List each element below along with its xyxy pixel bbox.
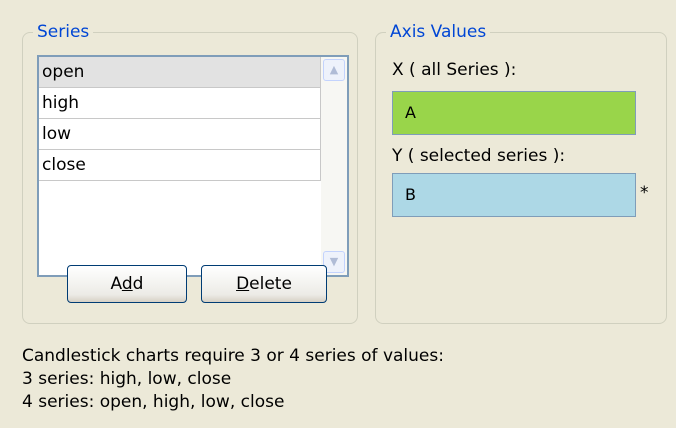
axis-values-group: Axis Values X ( all Series ): A Y ( sele…: [375, 20, 667, 324]
series-group-title: Series: [33, 20, 94, 44]
help-line-3: 4 series: open, high, low, close: [22, 392, 285, 412]
x-axis-value-field[interactable]: A: [392, 91, 636, 135]
axis-values-title: Axis Values: [386, 20, 491, 44]
series-list-scrollbar[interactable]: ▲ ▼: [321, 57, 347, 275]
help-line-1: Candlestick charts require 3 or 4 series…: [22, 346, 444, 366]
x-axis-label: X ( all Series ):: [392, 60, 517, 80]
y-axis-value-field[interactable]: B: [392, 173, 636, 217]
candlestick-help-text: Candlestick charts require 3 or 4 series…: [22, 345, 444, 414]
series-item-high[interactable]: high: [39, 88, 321, 119]
series-group: Series open high low close ▲ ▼ Add Delet…: [22, 20, 358, 324]
delete-series-button[interactable]: Delete: [201, 265, 327, 303]
help-line-2: 3 series: high, low, close: [22, 369, 232, 389]
delete-button-label: Delete: [236, 274, 292, 294]
series-item-low[interactable]: low: [39, 119, 321, 150]
add-button-label: Add: [110, 274, 144, 294]
series-listbox[interactable]: open high low close ▲ ▼: [37, 55, 349, 277]
chevron-up-icon[interactable]: ▲: [323, 59, 345, 81]
y-axis-required-marker: *: [640, 183, 649, 203]
series-item-close[interactable]: close: [39, 150, 321, 181]
y-axis-label: Y ( selected series ):: [392, 146, 566, 166]
add-series-button[interactable]: Add: [67, 265, 187, 303]
series-item-open[interactable]: open: [39, 57, 321, 88]
